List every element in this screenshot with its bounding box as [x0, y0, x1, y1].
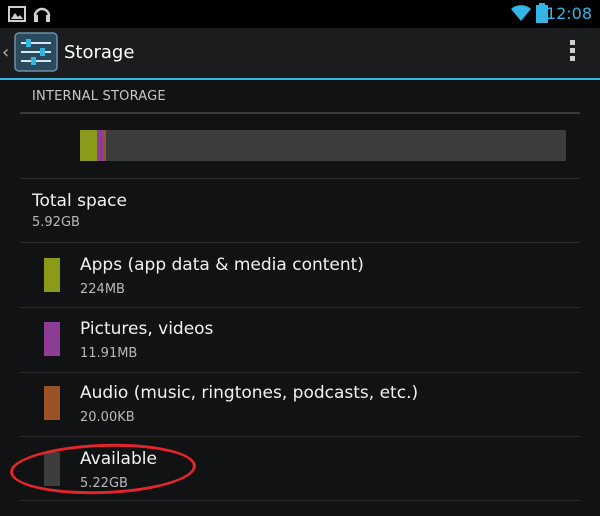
color-swatch [44, 258, 60, 292]
settings-sliders-icon[interactable] [14, 32, 58, 72]
divider [20, 178, 580, 179]
overflow-menu-icon[interactable] [570, 40, 576, 64]
back-chevron-icon[interactable]: ‹ [2, 42, 9, 63]
list-item-title: Audio (music, ringtones, podcasts, etc.) [80, 383, 419, 403]
list-item-value: 224MB [80, 282, 125, 297]
action-bar: ‹ Storage [0, 28, 600, 80]
list-item-value: 20.00KB [80, 410, 135, 425]
gallery-icon [8, 6, 26, 22]
total-space-value: 5.92GB [32, 215, 80, 230]
headphones-icon [33, 7, 51, 22]
clock: 12:08 [545, 4, 592, 23]
color-swatch [44, 386, 60, 420]
list-item-title: Apps (app data & media content) [80, 255, 364, 275]
list-item-apps[interactable]: Apps (app data & media content) 224MB [20, 244, 580, 307]
total-space-label: Total space [32, 191, 127, 211]
list-item-audio[interactable]: Audio (music, ringtones, podcasts, etc.)… [20, 372, 580, 435]
status-bar: 12:08 [0, 0, 600, 28]
list-item-title: Pictures, videos [80, 319, 214, 339]
page-title: Storage [64, 42, 135, 63]
section-header: INTERNAL STORAGE [20, 86, 580, 114]
section-header-label: INTERNAL STORAGE [32, 89, 166, 104]
storage-usage-bar [80, 130, 566, 161]
usage-segment-audio [103, 130, 106, 161]
color-swatch [44, 322, 60, 356]
usage-segment-apps [80, 130, 97, 161]
wifi-icon [511, 5, 531, 21]
list-item-value: 11.91MB [80, 346, 138, 361]
divider [20, 436, 580, 437]
list-item-pictures[interactable]: Pictures, videos 11.91MB [20, 308, 580, 371]
divider [20, 242, 580, 243]
divider [20, 500, 580, 501]
